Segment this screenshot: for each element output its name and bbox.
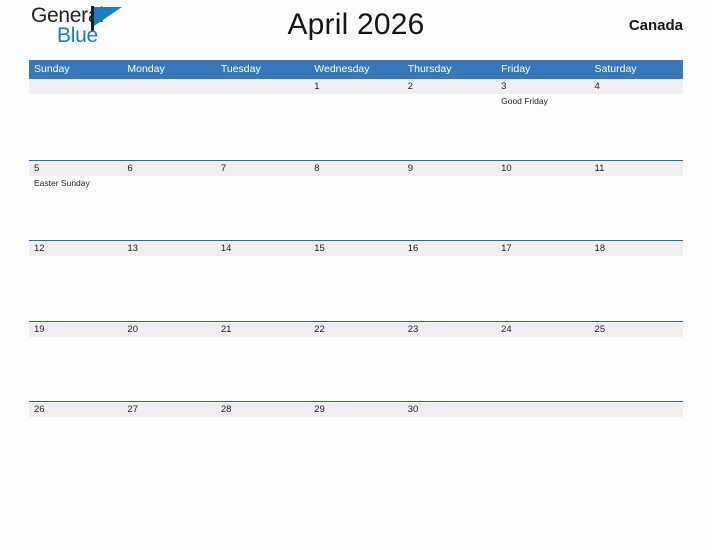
calendar-day-cell[interactable]: 18 xyxy=(590,241,683,321)
week-cells: 19 20 21 22 23 24 25 xyxy=(29,322,683,402)
calendar-day-cell[interactable]: 17 xyxy=(496,241,589,321)
calendar-empty-cell xyxy=(29,79,122,160)
weekday-wednesday: Wednesday xyxy=(314,63,370,75)
calendar-day-cell[interactable]: 21 xyxy=(216,322,309,402)
day-number: 19 xyxy=(34,323,45,335)
calendar-empty-cell xyxy=(122,79,215,160)
calendar-day-cell[interactable]: 20 xyxy=(122,322,215,402)
calendar-day-cell[interactable]: 16 xyxy=(403,241,496,321)
calendar-day-cell[interactable]: 7 xyxy=(216,161,309,241)
week-cells: 5 Easter Sunday 6 7 8 9 10 11 xyxy=(29,161,683,241)
calendar-empty-cell xyxy=(590,402,683,482)
calendar-week-row: 1 2 3 Good Friday 4 xyxy=(29,79,683,160)
calendar-day-cell[interactable]: 1 xyxy=(309,79,402,160)
day-number: 26 xyxy=(34,404,45,415)
calendar-empty-cell xyxy=(496,402,589,482)
day-number: 15 xyxy=(314,243,325,254)
calendar-week-row: 12 13 14 15 16 17 18 xyxy=(29,240,683,321)
calendar-day-cell[interactable]: 9 xyxy=(403,161,496,241)
calendar-week-row: 19 20 21 22 23 24 25 xyxy=(29,320,683,402)
calendar-day-cell[interactable]: 19 xyxy=(29,322,122,402)
calendar-week-row: 5 Easter Sunday 6 7 8 9 10 11 xyxy=(29,159,683,241)
calendar-day-cell[interactable]: 10 xyxy=(496,161,589,241)
calendar-day-cell[interactable]: 23 xyxy=(403,322,496,402)
calendar-day-cell[interactable]: 28 xyxy=(216,402,309,482)
calendar-day-cell[interactable]: 4 xyxy=(590,79,683,160)
week-cells: 1 2 3 Good Friday 4 xyxy=(29,79,683,160)
day-number: 24 xyxy=(501,323,512,335)
day-event-label: Easter Sunday xyxy=(34,177,90,188)
day-number: 27 xyxy=(127,404,138,415)
day-number: 30 xyxy=(407,404,419,415)
day-number: 17 xyxy=(501,243,512,254)
day-number: 3 xyxy=(501,81,507,92)
day-number: 6 xyxy=(127,162,133,174)
day-number: 14 xyxy=(220,243,232,254)
calendar-day-cell[interactable]: 11 xyxy=(590,161,683,241)
day-number: 10 xyxy=(501,162,512,174)
day-number: 16 xyxy=(407,243,419,254)
day-number: 21 xyxy=(220,323,232,335)
day-number: 22 xyxy=(314,323,325,335)
day-number: 18 xyxy=(594,243,606,254)
day-number: 25 xyxy=(594,323,606,335)
weekday-friday: Friday xyxy=(501,63,531,75)
calendar-grid: Sunday Monday Tuesday Wednesday Thursday… xyxy=(29,60,683,482)
calendar-page: General Blue April 2026 Canada Sunday Mo… xyxy=(0,0,712,550)
day-number: 8 xyxy=(314,162,320,174)
day-number: 5 xyxy=(34,162,40,174)
day-number: 12 xyxy=(34,243,45,254)
calendar-day-cell[interactable]: 5 Easter Sunday xyxy=(29,161,122,241)
day-number: 20 xyxy=(127,323,138,335)
calendar-day-cell[interactable]: 2 xyxy=(403,79,496,160)
calendar-day-cell[interactable]: 6 xyxy=(122,161,215,241)
calendar-day-cell[interactable]: 3 Good Friday xyxy=(496,79,589,160)
calendar-day-cell[interactable]: 24 xyxy=(496,322,589,402)
region-label: Canada xyxy=(628,17,683,34)
calendar-weeks: 1 2 3 Good Friday 4 5 Easter Sunday 6 7 8 9 10 11 12 1… xyxy=(29,79,683,482)
calendar-day-cell[interactable]: 30 xyxy=(403,402,496,482)
calendar-day-cell[interactable]: 26 xyxy=(29,402,122,482)
calendar-day-cell[interactable]: 12 xyxy=(29,241,122,321)
day-number: 11 xyxy=(594,162,605,174)
weekday-header-row: Sunday Monday Tuesday Wednesday Thursday… xyxy=(29,60,683,79)
day-number: 29 xyxy=(314,404,325,415)
weekday-thursday: Thursday xyxy=(407,63,452,75)
day-number: 2 xyxy=(407,81,413,92)
page-header: General Blue April 2026 Canada xyxy=(29,0,683,60)
weekday-monday: Monday xyxy=(127,63,165,75)
calendar-day-cell[interactable]: 8 xyxy=(309,161,402,241)
day-number: 28 xyxy=(220,404,232,415)
calendar-week-row: 26 27 28 29 30 xyxy=(29,401,683,482)
weekday-sunday: Sunday xyxy=(34,63,70,75)
day-number: 9 xyxy=(407,162,413,174)
day-number: 7 xyxy=(220,162,227,174)
calendar-day-cell[interactable]: 29 xyxy=(309,402,402,482)
week-cells: 12 13 14 15 16 17 18 xyxy=(29,241,683,321)
day-number: 4 xyxy=(594,81,600,92)
week-cells: 26 27 28 29 30 xyxy=(29,402,683,482)
calendar-day-cell[interactable]: 15 xyxy=(309,241,402,321)
calendar-empty-cell xyxy=(216,79,309,160)
calendar-day-cell[interactable]: 27 xyxy=(122,402,215,482)
calendar-day-cell[interactable]: 14 xyxy=(216,241,309,321)
page-title: April 2026 xyxy=(287,8,425,41)
calendar-day-cell[interactable]: 25 xyxy=(590,322,683,402)
weekday-saturday: Saturday xyxy=(594,63,637,75)
weekday-tuesday: Tuesday xyxy=(220,63,261,75)
day-number: 1 xyxy=(314,81,320,92)
calendar-day-cell[interactable]: 13 xyxy=(122,241,215,321)
calendar-day-cell[interactable]: 22 xyxy=(309,322,402,402)
day-number: 23 xyxy=(407,323,419,335)
day-number: 13 xyxy=(127,243,138,254)
day-event-label: Good Friday xyxy=(501,96,548,106)
